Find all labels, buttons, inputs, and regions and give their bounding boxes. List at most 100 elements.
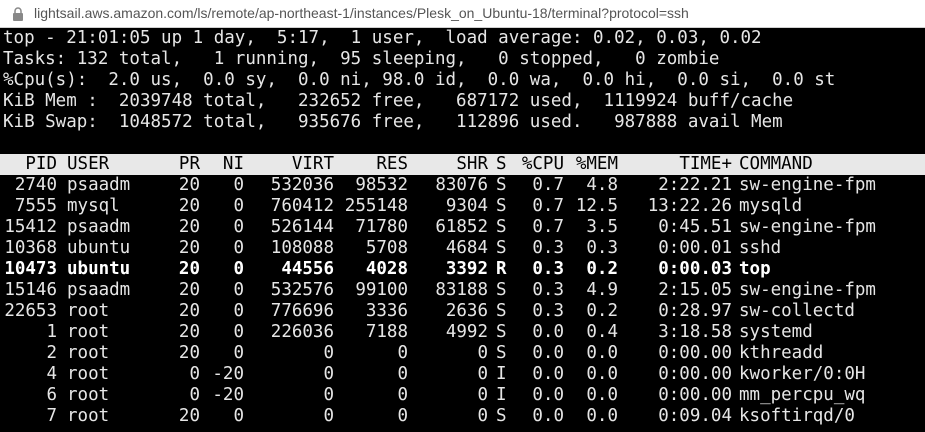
cell-pid: 7 — [46, 406, 57, 426]
cell-time: 0:28.97 — [658, 301, 732, 321]
cell-res: 0 — [397, 406, 408, 426]
cell-pid: 22653 — [4, 301, 57, 321]
cell-command: mysqld — [739, 196, 803, 216]
cell-cpu: 0.7 — [532, 217, 564, 237]
cell-time: 0:00.01 — [658, 238, 732, 258]
cell-command: sw-engine-fpm — [739, 217, 876, 237]
cell-res: 99100 — [355, 280, 408, 300]
col-user: USER — [67, 154, 110, 174]
col-pr: PR — [178, 154, 200, 174]
cell-mem: 0.0 — [586, 406, 618, 426]
cell-res: 98532 — [355, 175, 408, 195]
cell-mem: 3.5 — [586, 217, 618, 237]
cell-user: mysql — [67, 196, 120, 216]
cell-pid: 2740 — [14, 175, 57, 195]
cell-shr: 0 — [477, 364, 488, 384]
cell-virt: 0 — [323, 364, 334, 384]
cell-state: S — [496, 196, 507, 216]
cell-cpu: 0.3 — [532, 301, 564, 321]
process-row: 2 root 20 0 0 0 0 S 0.0 0.0 0:00.00 kthreadd — [0, 343, 925, 364]
cell-state: S — [496, 175, 507, 195]
cell-command: sshd — [739, 238, 782, 258]
mem-line: KiB Mem : 2039748 total, 232652 free, 68… — [3, 91, 794, 111]
cell-mem: 12.5 — [575, 196, 618, 216]
cell-pid: 1 — [46, 322, 57, 342]
cell-time: 0:45.51 — [658, 217, 732, 237]
cell-shr: 4992 — [445, 322, 488, 342]
cell-shr: 2636 — [445, 301, 488, 321]
cell-command: mm_percpu_wq — [739, 385, 866, 405]
cell-res: 71780 — [355, 217, 408, 237]
cell-shr: 9304 — [445, 196, 488, 216]
col-pid: PID — [25, 154, 57, 174]
cell-pr: 20 — [178, 196, 200, 216]
cell-command: sw-engine-fpm — [739, 280, 876, 300]
cell-pid: 4 — [46, 364, 57, 384]
cell-virt: 108088 — [270, 238, 334, 258]
cell-shr: 83188 — [435, 280, 488, 300]
cell-time: 13:22.26 — [647, 196, 732, 216]
cell-user: root — [67, 364, 110, 384]
lock-icon — [13, 7, 23, 21]
cell-pr: 20 — [178, 322, 200, 342]
cell-pr: 0 — [189, 364, 200, 384]
cell-state: S — [496, 217, 507, 237]
cell-cpu: 0.7 — [532, 196, 564, 216]
cell-pr: 20 — [178, 238, 200, 258]
process-row: 7555 mysql 20 0 760412 255148 9304 S 0.7 12.5 13:2… — [0, 196, 925, 217]
process-row: 6 root 0 -20 0 0 0 I 0.0 0.0 0:00.00 mm_percpu_wq — [0, 385, 925, 406]
cell-cpu: 0.0 — [532, 364, 564, 384]
cell-shr: 61852 — [435, 217, 488, 237]
cell-pr: 20 — [178, 280, 200, 300]
cell-command: top — [739, 259, 771, 279]
cell-virt: 526144 — [270, 217, 334, 237]
col-mem: %MEM — [575, 154, 618, 174]
cell-virt: 776696 — [270, 301, 334, 321]
cell-state: S — [496, 343, 507, 363]
cell-state: I — [496, 385, 507, 405]
cell-state: R — [496, 259, 507, 279]
process-row: 1 root 20 0 226036 7188 4992 S 0.0 0.4 3:18.58 syst… — [0, 322, 925, 343]
swap-line: KiB Swap: 1048572 total, 935676 free, 11… — [3, 112, 783, 132]
cell-ni: 0 — [233, 343, 244, 363]
cell-mem: 0.0 — [586, 385, 618, 405]
cpu-line: %Cpu(s): 2.0 us, 0.0 sy, 0.0 ni, 98.0 id… — [3, 70, 836, 90]
cell-pr: 20 — [178, 406, 200, 426]
cell-ni: 0 — [233, 175, 244, 195]
cell-mem: 0.0 — [586, 343, 618, 363]
cell-command: systemd — [739, 322, 813, 342]
cell-time: 2:22.21 — [658, 175, 732, 195]
cell-ni: -20 — [212, 385, 244, 405]
process-row: 7 root 20 0 0 0 0 S 0.0 0.0 0:09.04 ksoftirqd/0 — [0, 406, 925, 427]
cell-res: 3336 — [365, 301, 408, 321]
cell-ni: 0 — [233, 217, 244, 237]
cell-user: ubuntu — [67, 259, 131, 279]
cell-virt: 226036 — [270, 322, 334, 342]
url-text[interactable]: lightsail.aws.amazon.com/ls/remote/ap-no… — [34, 5, 689, 21]
cell-user: root — [67, 322, 110, 342]
cell-shr: 4684 — [445, 238, 488, 258]
cell-pr: 0 — [189, 385, 200, 405]
cell-command: kworker/0:0H — [739, 364, 866, 384]
cell-virt: 0 — [323, 406, 334, 426]
address-bar[interactable]: lightsail.aws.amazon.com/ls/remote/ap-no… — [0, 0, 925, 28]
cell-command: sw-collectd — [739, 301, 855, 321]
cell-res: 5708 — [365, 238, 408, 258]
cell-user: root — [67, 301, 110, 321]
col-s: S — [496, 154, 507, 174]
cell-time: 0:00.00 — [658, 343, 732, 363]
cell-cpu: 0.0 — [532, 322, 564, 342]
cell-state: S — [496, 301, 507, 321]
cell-pr: 20 — [178, 217, 200, 237]
cell-mem: 0.3 — [586, 238, 618, 258]
cell-cpu: 0.3 — [532, 238, 564, 258]
cell-ni: 0 — [233, 301, 244, 321]
cell-mem: 0.2 — [586, 259, 618, 279]
cell-virt: 44556 — [281, 259, 334, 279]
col-command: COMMAND — [739, 154, 813, 174]
cell-mem: 4.9 — [586, 280, 618, 300]
cell-cpu: 0.3 — [532, 280, 564, 300]
cell-ni: 0 — [233, 196, 244, 216]
cell-time: 2:15.05 — [658, 280, 732, 300]
terminal[interactable]: top - 21:01:05 up 1 day, 5:17, 1 user, l… — [0, 28, 925, 432]
